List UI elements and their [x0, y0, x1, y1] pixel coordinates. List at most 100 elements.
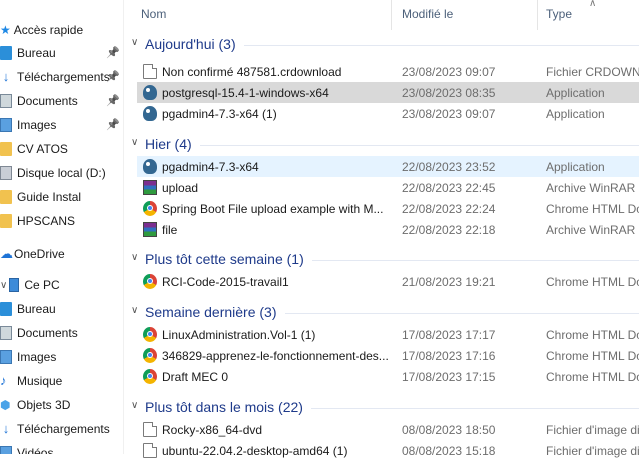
group-header[interactable]: ∨ Hier (4) [123, 131, 639, 159]
file-row[interactable]: pgadmin4-7.3-x64 (1) 23/08/2023 09:07 Appl… [137, 103, 639, 124]
file-type: Fichier d'image disque [546, 444, 639, 458]
group-header[interactable]: ∨ Plus tôt cette semaine (1) [123, 246, 639, 274]
desktop-icon [0, 46, 12, 60]
file-name: Rocky-x86_64-dvd [162, 423, 263, 437]
file-type: Chrome HTML Document [546, 370, 639, 384]
file-row[interactable]: upload 22/08/2023 22:45 Archive WinRAR ZIP [137, 177, 639, 198]
navigation-pane[interactable]: ★ Accès rapide Bureau 📌 ↓ Téléchargements 📌 Doc… [0, 0, 124, 454]
nav-item-vid-os[interactable]: Vidéos [0, 442, 123, 454]
column-header-type[interactable]: Type [546, 7, 572, 21]
nav-item-images[interactable]: Images [0, 346, 123, 368]
objects-3d-icon: ⬢ [0, 398, 11, 412]
folder-icon [0, 214, 12, 228]
chevron-down-icon: ∨ [131, 137, 139, 148]
file-date: 22/08/2023 23:52 [402, 160, 496, 174]
nav-item-t-l-chargements[interactable]: ↓ Téléchargements 📌 [0, 66, 123, 88]
nav-item-cv-atos[interactable]: CV ATOS [0, 138, 123, 160]
group-title: Semaine dernière (3) [145, 304, 277, 320]
nav-item-disque-local-d-[interactable]: Disque local (D:) [0, 162, 123, 184]
group-title: Plus tôt cette semaine (1) [145, 251, 304, 267]
nav-onedrive[interactable]: ☁ OneDrive [0, 243, 123, 265]
file-type: Chrome HTML Document [546, 349, 639, 363]
chrome-icon [143, 201, 157, 216]
file-name: Non confirmé 487581.crdownload [162, 65, 342, 79]
file-type: Chrome HTML Document [546, 328, 639, 342]
file-name: postgresql-15.4-1-windows-x64 [162, 86, 329, 100]
nav-item-label: Objets 3D [17, 398, 71, 412]
file-date: 21/08/2023 19:21 [402, 275, 496, 289]
file-list[interactable]: ∨ Aujourd'hui (3) Non confirmé 487581.crdo… [123, 30, 639, 458]
postgresql-icon [143, 85, 157, 100]
pin-icon: 📌 [106, 119, 120, 131]
nav-item-label: Documents [17, 94, 78, 108]
file-row[interactable]: postgresql-15.4-1-windows-x64 23/08/2023 … [137, 82, 639, 103]
file-type: Archive WinRAR ZIP [546, 181, 639, 195]
column-header-modified[interactable]: Modifié le [402, 7, 453, 21]
file-name: 346829-apprenez-le-fonctionnement-des... [162, 349, 389, 363]
chrome-icon [143, 348, 157, 363]
nav-item-documents[interactable]: Documents 📌 [0, 90, 123, 112]
column-divider[interactable] [391, 0, 392, 30]
nav-item-musique[interactable]: ♪ Musique [0, 370, 123, 392]
nav-item-label: Images [17, 350, 57, 364]
nav-quick-access[interactable]: ★ Accès rapide [0, 19, 123, 41]
file-type: Chrome HTML Document [546, 275, 639, 289]
group-header[interactable]: ∨ Plus tôt dans le mois (22) [123, 394, 639, 422]
star-icon: ★ [0, 23, 11, 37]
file-row[interactable]: RCI-Code-2015-travail1 21/08/2023 19:21 Ch… [137, 271, 639, 292]
folder-icon [0, 190, 12, 204]
file-name: ubuntu-22.04.2-desktop-amd64 (1) [162, 444, 348, 458]
nav-item-label: Documents [17, 326, 78, 340]
postgresql-icon [143, 106, 157, 121]
file-type: Fichier d'image disque [546, 423, 639, 437]
nav-item-label: CV ATOS [17, 142, 68, 156]
documents-icon [0, 326, 12, 340]
nav-item-label: Images [17, 118, 57, 132]
nav-item-bureau[interactable]: Bureau [0, 298, 123, 320]
nav-item-hpscans[interactable]: HPSCANS [0, 210, 123, 232]
file-row[interactable]: Rocky-x86_64-dvd 08/08/2023 18:50 Fichier … [137, 419, 639, 440]
nav-this-pc[interactable]: ∨ Ce PC [0, 274, 123, 296]
group-header[interactable]: ∨ Semaine dernière (3) [123, 299, 639, 327]
onedrive-label: OneDrive [14, 247, 65, 261]
nav-item-bureau[interactable]: Bureau 📌 [0, 42, 123, 64]
postgresql-icon [143, 159, 157, 174]
file-row[interactable]: ubuntu-22.04.2-desktop-amd64 (1) 08/08/20… [137, 440, 639, 461]
file-name: pgadmin4-7.3-x64 (1) [162, 107, 277, 121]
file-date: 17/08/2023 17:17 [402, 328, 496, 342]
file-row[interactable]: LinuxAdministration.Vol-1 (1) 17/08/2023 … [137, 324, 639, 345]
file-row[interactable]: Non confirmé 487581.crdownload 23/08/2023… [137, 61, 639, 82]
nav-item-label: Bureau [17, 302, 56, 316]
drive-icon [0, 166, 12, 180]
file-row[interactable]: pgadmin4-7.3-x64 22/08/2023 23:52 Applicat… [137, 156, 639, 177]
nav-item-objets-3d[interactable]: ⬢ Objets 3D [0, 394, 123, 416]
file-row[interactable]: Draft MEC 0 17/08/2023 17:15 Chrome HTML D… [137, 366, 639, 387]
download-icon: ↓ [2, 421, 10, 436]
file-name: RCI-Code-2015-travail1 [162, 275, 289, 289]
pin-icon: 📌 [106, 71, 120, 83]
nav-item-guide-instal[interactable]: Guide Instal [0, 186, 123, 208]
group-header[interactable]: ∨ Aujourd'hui (3) [123, 31, 639, 59]
chevron-down-icon: ∨ [131, 305, 139, 316]
videos-icon [0, 446, 12, 454]
pin-icon: 📌 [106, 47, 120, 59]
column-header-name[interactable]: Nom [141, 7, 166, 21]
music-icon: ♪ [0, 373, 7, 388]
nav-item-documents[interactable]: Documents [0, 322, 123, 344]
nav-item-images[interactable]: Images 📌 [0, 114, 123, 136]
file-row[interactable]: Spring Boot File upload example with M..… [137, 198, 639, 219]
column-divider[interactable] [537, 0, 538, 30]
group-divider [244, 45, 639, 46]
file-name: upload [162, 181, 199, 195]
computer-icon [9, 278, 20, 292]
nav-item-label: Guide Instal [17, 190, 82, 204]
column-headers: Nom Modifié le ∧ Type [123, 0, 639, 30]
nav-item-t-l-chargements[interactable]: ↓ Téléchargements [0, 418, 123, 440]
folder-icon [0, 142, 12, 156]
file-row[interactable]: 346829-apprenez-le-fonctionnement-des...… [137, 345, 639, 366]
file-date: 23/08/2023 09:07 [402, 107, 496, 121]
nav-item-label: Téléchargements [17, 422, 110, 436]
file-row[interactable]: file 22/08/2023 22:18 Archive WinRAR ZIP [137, 219, 639, 240]
chevron-down-icon: ∨ [131, 400, 139, 411]
nav-item-label: Musique [17, 374, 63, 388]
